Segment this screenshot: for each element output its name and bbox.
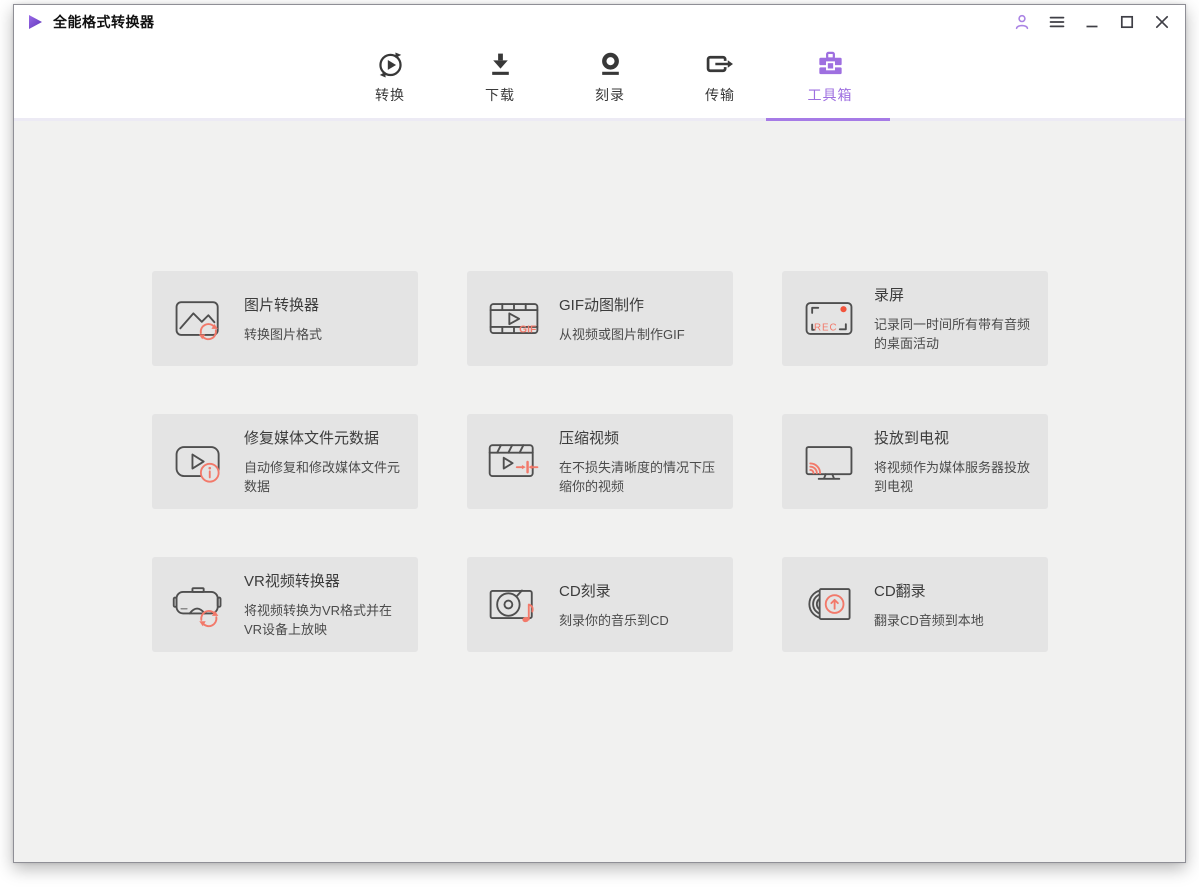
screen-recorder-icon: REC — [805, 301, 853, 335]
card-title: 投放到电视 — [874, 430, 950, 447]
vr-converter-icon — [172, 586, 222, 627]
card-compress-video[interactable]: 压缩视频 在不损失清晰度的情况下压缩你的视频 — [467, 414, 733, 509]
card-desc: 将视频作为媒体服务器投放到电视 — [874, 460, 1031, 494]
card-title: CD刻录 — [559, 582, 611, 600]
download-icon — [487, 48, 514, 80]
card-vr-converter[interactable]: VR视频转换器 将视频转换为VR格式并在VR设备上放映 — [152, 557, 418, 652]
card-fix-metadata[interactable]: 修复媒体文件元数据 自动修复和修改媒体文件元数据 — [152, 414, 418, 509]
cast-to-tv-icon — [805, 445, 853, 480]
toolbox-grid: 图片转换器 转换图片格式 GIF GIF动图制作 从视频或图片制作GIF REC… — [152, 271, 1048, 652]
card-title: CD翻录 — [874, 582, 926, 600]
tab-transfer[interactable]: 传输 — [665, 39, 775, 118]
minimize-icon[interactable] — [1081, 11, 1103, 33]
tab-convert-label: 转换 — [375, 87, 405, 103]
burn-icon — [597, 48, 624, 80]
card-title: 修复媒体文件元数据 — [244, 430, 380, 447]
card-title: VR视频转换器 — [244, 573, 340, 590]
tab-burn-label: 刻录 — [595, 87, 625, 103]
toolbox-icon — [816, 48, 845, 80]
card-title: 压缩视频 — [559, 430, 620, 447]
title-bar: 全能格式转换器 — [14, 5, 1185, 39]
main-nav: 转换 下载 刻录 传输 工具箱 — [14, 39, 1185, 121]
card-screen-recorder[interactable]: REC 录屏 记录同一时间所有带有音频的桌面活动 — [782, 271, 1048, 366]
tab-toolbox-label: 工具箱 — [807, 87, 853, 103]
maximize-icon[interactable] — [1116, 11, 1138, 33]
card-image-converter[interactable]: 图片转换器 转换图片格式 — [152, 271, 418, 366]
tab-download[interactable]: 下载 — [445, 39, 555, 118]
svg-text:GIF: GIF — [519, 324, 536, 335]
cd-rip-icon — [808, 587, 851, 620]
tab-convert[interactable]: 转换 — [335, 39, 445, 118]
tab-download-label: 下载 — [485, 87, 515, 103]
titlebar-controls — [1011, 11, 1173, 33]
tab-transfer-label: 传输 — [705, 87, 735, 103]
transfer-icon — [706, 48, 734, 80]
compress-video-icon — [488, 443, 539, 477]
svg-text:REC: REC — [814, 322, 838, 333]
card-desc: 从视频或图片制作GIF — [559, 326, 685, 342]
card-cd-rip[interactable]: CD翻录 翻录CD音频到本地 — [782, 557, 1048, 652]
card-desc: 翻录CD音频到本地 — [874, 612, 984, 628]
app-window: 全能格式转换器 转换 下载 刻录 传输 工具箱 图片转换器 转换图片格式 GIF… — [13, 4, 1186, 863]
close-icon[interactable] — [1151, 11, 1173, 33]
card-gif-maker[interactable]: GIF GIF动图制作 从视频或图片制作GIF — [467, 271, 733, 366]
card-title: GIF动图制作 — [559, 296, 644, 314]
card-desc: 记录同一时间所有带有音频的桌面活动 — [874, 317, 1031, 351]
app-logo-icon — [27, 13, 44, 31]
tab-toolbox[interactable]: 工具箱 — [775, 39, 885, 118]
nav-tabs: 转换 下载 刻录 传输 工具箱 — [335, 39, 885, 118]
tab-burn[interactable]: 刻录 — [555, 39, 665, 118]
card-title: 录屏 — [874, 287, 905, 304]
card-desc: 在不损失清晰度的情况下压缩你的视频 — [559, 460, 716, 494]
card-cast-to-tv[interactable]: 投放到电视 将视频作为媒体服务器投放到电视 — [782, 414, 1048, 509]
image-converter-icon — [175, 300, 219, 340]
card-cd-burn[interactable]: CD刻录 刻录你的音乐到CD — [467, 557, 733, 652]
card-title: 图片转换器 — [244, 296, 320, 314]
fix-metadata-icon — [175, 445, 220, 483]
card-desc: 自动修复和修改媒体文件元数据 — [244, 460, 401, 494]
cd-burn-icon — [489, 589, 534, 622]
gif-maker-icon: GIF — [489, 302, 539, 335]
active-tab-underline — [766, 118, 890, 121]
menu-icon[interactable] — [1046, 11, 1068, 33]
convert-icon — [376, 48, 405, 80]
card-desc: 将视频转换为VR格式并在VR设备上放映 — [244, 603, 393, 637]
card-desc: 刻录你的音乐到CD — [559, 612, 669, 628]
card-desc: 转换图片格式 — [244, 326, 323, 342]
window-title: 全能格式转换器 — [53, 14, 155, 30]
account-icon[interactable] — [1011, 11, 1033, 33]
